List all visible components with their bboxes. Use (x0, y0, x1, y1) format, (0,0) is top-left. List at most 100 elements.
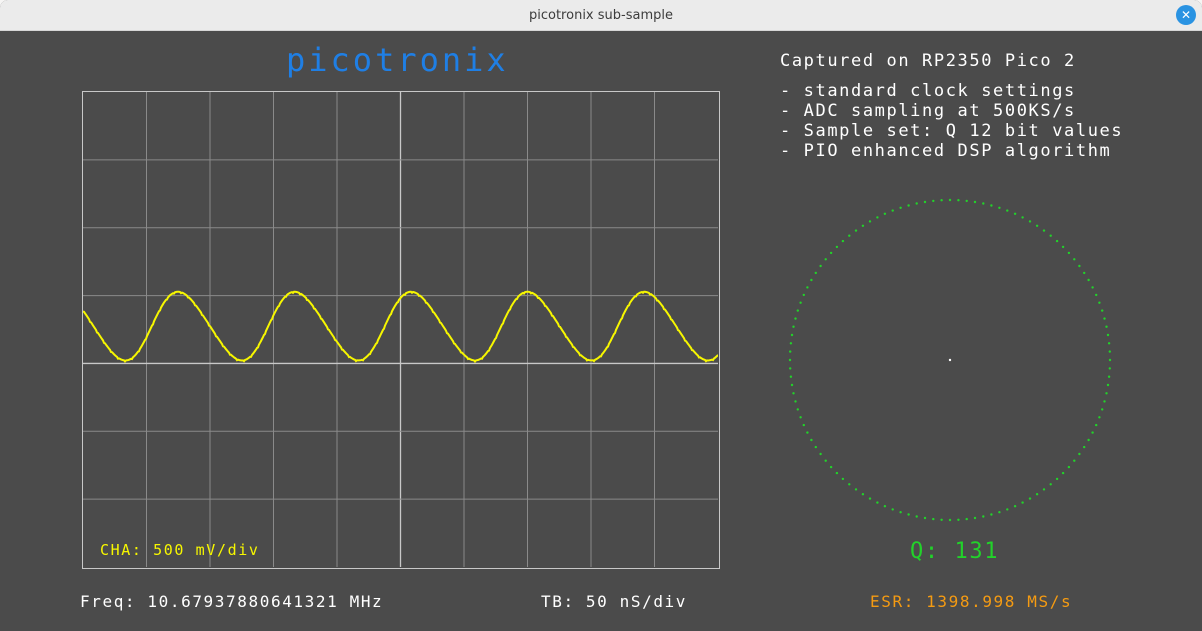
phase-dot (1006, 508, 1009, 511)
title-bar[interactable]: picotronix sub-sample ✕ (0, 0, 1202, 31)
phase-dot (792, 392, 795, 395)
phase-dot (796, 309, 799, 312)
phase-dot (973, 200, 977, 204)
phase-dot (876, 216, 879, 219)
phase-dot (806, 286, 809, 289)
phase-dot (1108, 367, 1111, 370)
phase-dot (1021, 501, 1024, 504)
phase-dot (790, 333, 794, 337)
phase-dot (810, 438, 813, 442)
phase-dot (824, 258, 827, 261)
phase-dot (907, 204, 910, 207)
phase-dot (810, 278, 813, 282)
phase-dot (789, 367, 792, 370)
phase-dot (790, 383, 794, 387)
phase-dot (990, 513, 993, 516)
phase-dot (1083, 445, 1086, 449)
phase-dot (1087, 438, 1090, 442)
phase-dot (982, 515, 985, 518)
scope-graticule (83, 92, 718, 567)
brand-logo: picotronix (286, 41, 509, 79)
phase-dot (1103, 400, 1106, 403)
phase-dot (794, 400, 797, 403)
phase-dot (1042, 488, 1046, 491)
esr-readout: ESR: 1398.998 MS/s (870, 592, 1073, 611)
phase-dot (802, 423, 805, 427)
phase-circle-display (788, 198, 1112, 522)
phase-dot (876, 501, 879, 504)
phase-dot (1095, 293, 1098, 297)
phase-dot (1067, 465, 1071, 469)
phase-dot (1049, 483, 1052, 486)
phase-dot (799, 416, 802, 419)
phase-dot (796, 408, 799, 411)
phase-dot (891, 508, 894, 511)
phase-dot (841, 477, 845, 481)
phase-dot (1098, 416, 1101, 419)
window-title: picotronix sub-sample (529, 7, 673, 23)
phase-dot (1035, 224, 1039, 227)
phase-dot (848, 234, 851, 237)
phase-dot (792, 325, 795, 328)
phase-dot (1103, 317, 1106, 320)
phase-dot (899, 206, 902, 209)
close-icon[interactable]: ✕ (1176, 5, 1196, 25)
info-bullet: - standard clock settings (780, 81, 1076, 101)
phase-dot (948, 198, 952, 202)
phase-dot (1049, 234, 1052, 237)
info-heading: Captured on RP2350 Pico 2 (780, 51, 1076, 71)
phase-dot (1108, 358, 1112, 362)
phase-dot (854, 229, 858, 232)
phase-dot (965, 199, 968, 203)
phase-dot (1078, 264, 1081, 268)
phase-dot (907, 513, 910, 516)
phase-dot (794, 317, 797, 320)
phase-dot (1073, 258, 1076, 261)
phase-dot (835, 471, 839, 475)
phase-dot (957, 199, 960, 202)
phase-dot (1101, 309, 1104, 312)
phase-dot (1067, 251, 1071, 255)
phase-dot (789, 375, 793, 378)
phase-dot (1028, 497, 1032, 500)
phase-dot (829, 465, 833, 469)
phase-dot (1021, 216, 1024, 219)
phase-dot (1061, 245, 1065, 249)
phase-dot (883, 505, 887, 508)
phase-dot (1107, 342, 1111, 345)
phase-dot (1042, 229, 1046, 232)
phase-center-dot (948, 358, 952, 362)
phase-dot (990, 204, 993, 207)
phase-dot (1107, 375, 1111, 378)
phase-dot (1055, 239, 1059, 243)
phase-dot (1105, 392, 1108, 395)
app-window: picotronix sub-sample ✕ picotronix CHA: … (0, 0, 1202, 631)
phase-dot (835, 245, 839, 249)
phase-dot (841, 239, 845, 243)
phase-dot (923, 200, 927, 204)
phase-dot (829, 251, 833, 255)
phase-dot (868, 220, 872, 223)
phase-dot (973, 516, 977, 520)
phase-dot (854, 488, 858, 491)
phase-dot (819, 264, 822, 268)
phase-dot (1105, 325, 1108, 328)
phase-dot (1108, 350, 1111, 353)
phase-dot (861, 224, 865, 227)
timebase-readout: TB: 50 nS/div (541, 592, 688, 611)
phase-dot (824, 459, 827, 462)
phase-dot (1101, 408, 1104, 411)
phase-dot (1006, 209, 1009, 212)
phase-dot (998, 511, 1001, 514)
phase-dot (789, 350, 792, 353)
q-value: Q: 131 (910, 539, 1000, 564)
phase-dot (1028, 220, 1032, 223)
channel-a-label: CHA: 500 mV/div (100, 541, 260, 559)
phase-dot (940, 199, 943, 202)
phase-dot (899, 511, 902, 514)
phase-dot (1073, 459, 1076, 462)
phase-dot (957, 518, 960, 521)
main-content: picotronix CHA: 500 mV/div Freq: 10.6793… (0, 31, 1202, 631)
phase-dot (1087, 278, 1090, 282)
phase-dot (1055, 477, 1059, 481)
